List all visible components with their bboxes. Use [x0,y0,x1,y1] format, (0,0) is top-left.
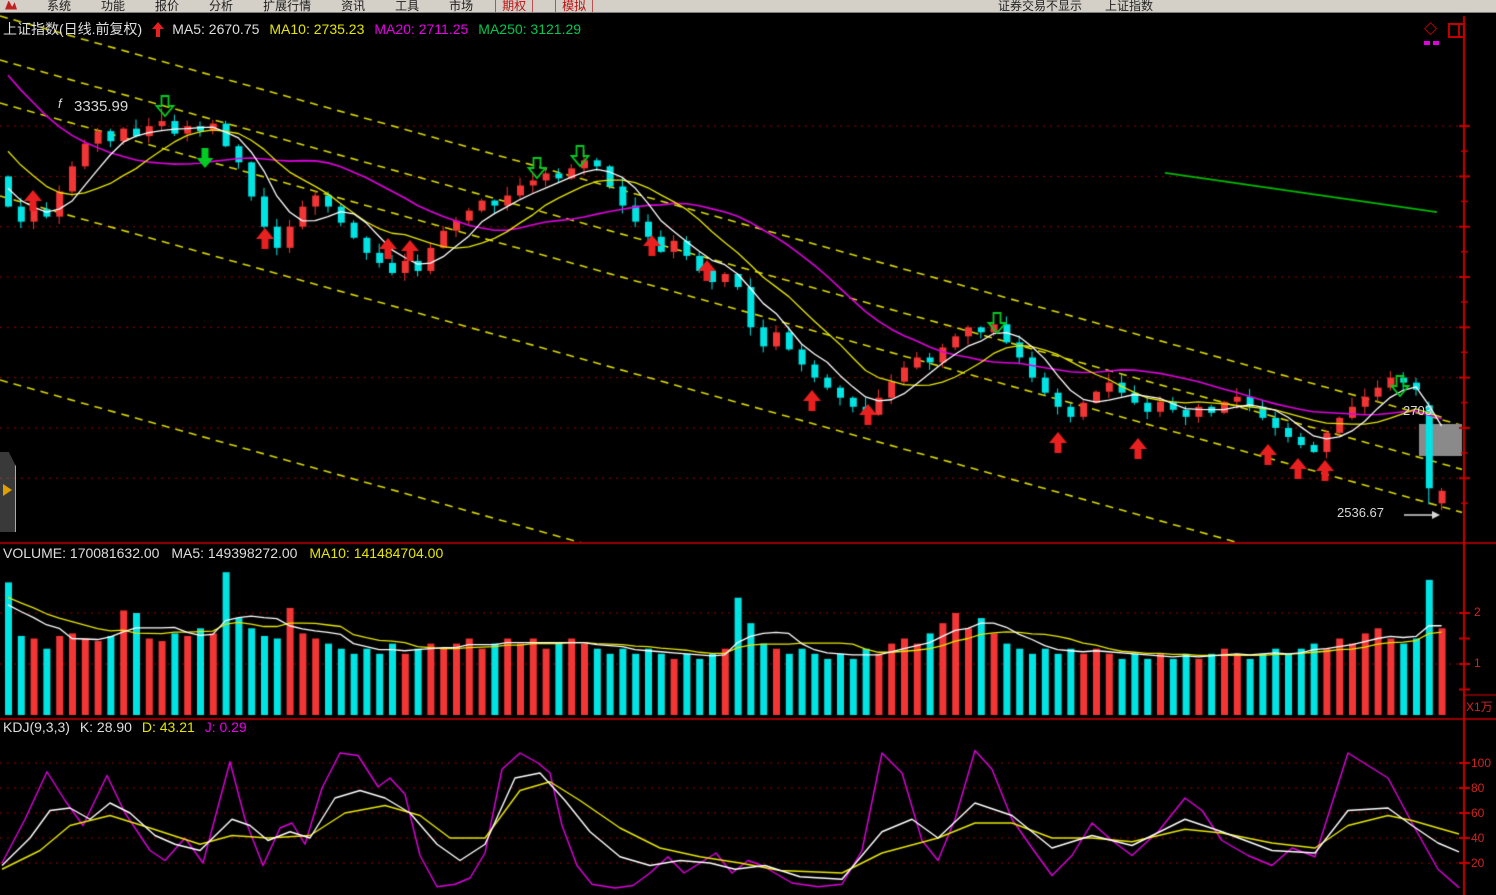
menu-item-extended-quotes[interactable]: 扩展行情 [263,0,311,13]
high-marker-glyph: f [58,96,62,111]
menu-item-tools[interactable]: 工具 [395,0,419,13]
trading-app-window: 系统 功能 报价 分析 扩展行情 资讯 工具 市场 期权 模拟 证券交易不显示 … [0,0,1496,895]
sidebar-expand-handle[interactable] [0,452,16,532]
kdj-axis-40: 40 [1471,831,1484,845]
volume-unit-label: X1万 [1466,698,1493,715]
menu-button-options[interactable]: 期权 [495,0,533,13]
volume-ma10-value: MA10: 141484704.00 [309,545,443,561]
kdj-axis-60: 60 [1471,806,1484,820]
kdj-axis-20: 20 [1471,856,1484,870]
chart-title-row: 上证指数(日线.前复权) MA5: 2670.75 MA10: 2735.23 … [3,19,591,39]
split-window-icon[interactable] [1448,23,1465,38]
volume-value: VOLUME: 170081632.00 [3,545,159,561]
menu-item-analysis[interactable]: 分析 [209,0,233,13]
low-price-label: 2536.67 [1337,505,1384,520]
ma250-value: MA250: 3121.29 [478,21,581,37]
high-price-label: 3335.99 [74,98,128,115]
kdj-axis-100: 100 [1471,756,1491,770]
kdj-axis-80: 80 [1471,781,1484,795]
diamond-tool-icon[interactable]: ◇ [1424,21,1437,35]
up-arrow-icon [152,22,164,37]
volume-axis-tick-1: 1 [1474,656,1481,670]
menu-item-system[interactable]: 系统 [47,0,71,13]
ma10-value: MA10: 2735.23 [269,21,364,37]
magenta-marker-dash-icon [1424,41,1430,45]
main-chart-canvas[interactable] [0,0,1496,895]
menu-item-quotes[interactable]: 报价 [155,0,179,13]
kdj-name: KDJ(9,3,3) [3,719,70,735]
trade-visibility-note: 证券交易不显示 [998,0,1082,13]
volume-header: VOLUME: 170081632.00 MA5: 149398272.00 M… [3,545,443,561]
kdj-header: KDJ(9,3,3) K: 28.90 D: 43.21 J: 0.29 [3,719,247,735]
kdj-d-value: D: 43.21 [142,719,195,735]
magenta-marker-dash-icon [1433,41,1439,45]
price-label-2703: 2703 [1403,403,1432,418]
menu-item-function[interactable]: 功能 [101,0,125,13]
app-logo-icon[interactable] [5,1,17,10]
current-index-name: 上证指数 [1105,0,1153,13]
menu-button-simulate[interactable]: 模拟 [555,0,593,13]
volume-axis-tick-2: 2 [1474,605,1481,619]
kdj-j-value: J: 0.29 [205,719,247,735]
menu-item-market[interactable]: 市场 [449,0,473,13]
symbol-title: 上证指数(日线.前复权) [3,19,142,39]
menu-bar: 系统 功能 报价 分析 扩展行情 资讯 工具 市场 期权 模拟 证券交易不显示 … [0,0,1496,13]
ma20-value: MA20: 2711.25 [374,21,468,37]
volume-ma5-value: MA5: 149398272.00 [171,545,297,561]
expand-arrow-icon [3,484,12,496]
menu-item-news[interactable]: 资讯 [341,0,365,13]
kdj-k-value: K: 28.90 [80,719,132,735]
ma5-value: MA5: 2670.75 [172,21,259,37]
